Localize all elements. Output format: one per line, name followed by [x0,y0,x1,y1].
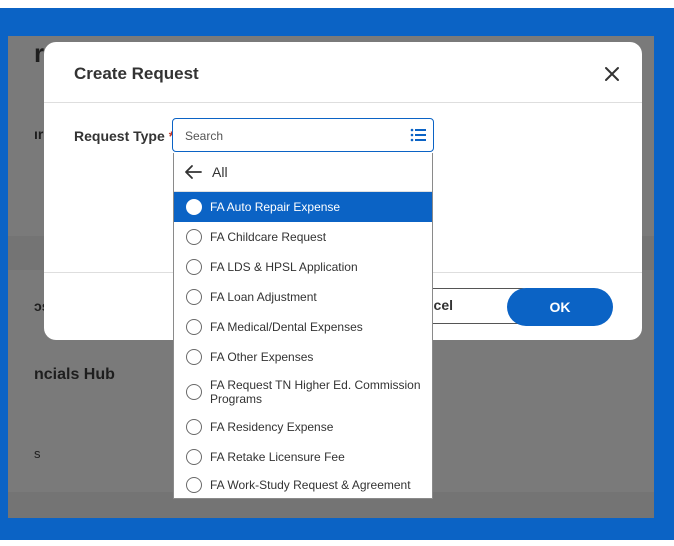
option-label: FA Request TN Higher Ed. Commission Prog… [210,378,421,406]
option-label: FA Residency Expense [210,420,334,434]
dropdown-back-row[interactable]: All [174,153,432,192]
option-label: FA Medical/Dental Expenses [210,320,363,334]
option-lds-hpsl-application[interactable]: FA LDS & HPSL Application [174,252,432,282]
back-arrow-icon[interactable] [184,164,202,180]
option-label: FA LDS & HPSL Application [210,260,358,274]
request-type-label-text: Request Type [74,128,165,144]
option-auto-repair-expense[interactable]: FA Auto Repair Expense [174,192,432,222]
option-retake-licensure-fee[interactable]: FA Retake Licensure Fee [174,442,432,472]
option-label: FA Loan Adjustment [210,290,317,304]
screenshot-frame: r ır ɔs ncials Hub s Create Request Requ… [0,0,674,546]
option-childcare-request[interactable]: FA Childcare Request [174,222,432,252]
ok-button[interactable]: OK [507,288,613,326]
radio-button[interactable] [186,449,202,465]
close-icon[interactable] [600,62,624,86]
option-label: FA Auto Repair Expense [210,200,341,214]
option-medical-dental-expenses[interactable]: FA Medical/Dental Expenses [174,312,432,342]
option-tn-higher-ed-commission-programs[interactable]: FA Request TN Higher Ed. Commission Prog… [174,372,432,412]
option-work-study-request-agreement[interactable]: FA Work-Study Request & Agreement [174,471,432,499]
request-type-label: Request Type* [74,128,174,144]
dialog-header-divider [44,102,642,103]
background-section-heading: ncials Hub [34,366,115,383]
search-input[interactable] [183,125,397,147]
radio-button[interactable] [186,289,202,305]
radio-button[interactable] [186,477,202,493]
list-icon[interactable] [410,127,426,143]
radio-button[interactable] [186,349,202,365]
dialog-title: Create Request [74,64,199,83]
option-residency-expense[interactable]: FA Residency Expense [174,412,432,442]
background-text-fragment: ır [34,126,44,142]
dropdown-category-label: All [212,164,228,180]
radio-button[interactable] [186,199,202,215]
request-type-search-box[interactable] [172,118,434,152]
option-label: FA Work-Study Request & Agreement [210,478,411,492]
option-other-expenses[interactable]: FA Other Expenses [174,342,432,372]
request-type-dropdown: All FA Auto Repair Expense FA Childcare … [173,153,433,499]
background-heading-fragment: r [34,38,45,68]
background-text-fragment: s [34,446,41,461]
radio-button[interactable] [186,229,202,245]
option-label: FA Other Expenses [210,350,314,364]
radio-button[interactable] [186,384,202,400]
radio-button[interactable] [186,259,202,275]
option-label: FA Childcare Request [210,230,327,244]
radio-button[interactable] [186,319,202,335]
option-loan-adjustment[interactable]: FA Loan Adjustment [174,282,432,312]
radio-button[interactable] [186,419,202,435]
option-label: FA Retake Licensure Fee [210,450,345,464]
